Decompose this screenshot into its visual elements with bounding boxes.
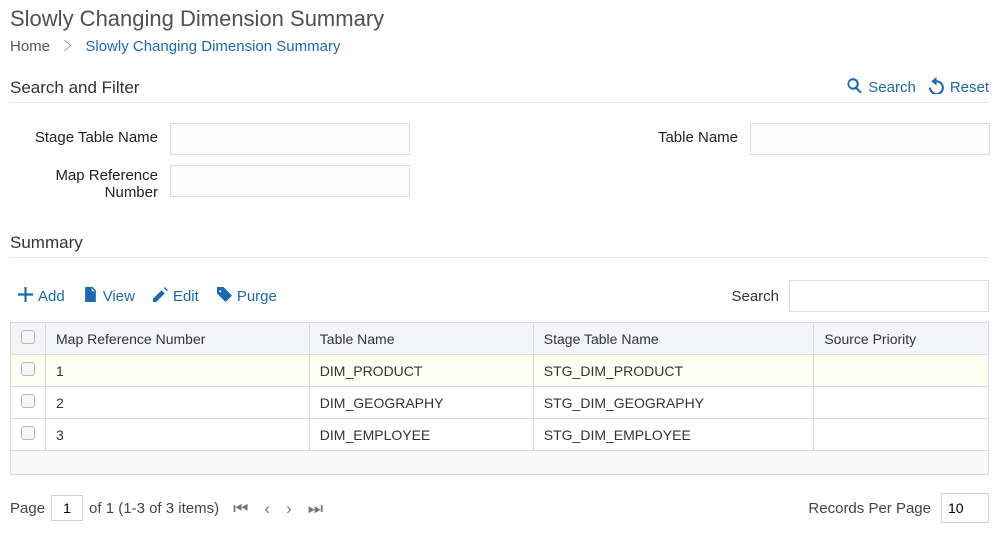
cell-stage-table: STG_DIM_EMPLOYEE (533, 419, 814, 451)
row-checkbox[interactable] (21, 362, 35, 376)
undo-icon (928, 77, 945, 98)
pager-next-icon[interactable]: › (286, 500, 292, 517)
stage-table-input[interactable] (170, 123, 410, 155)
table-row[interactable]: 1 DIM_PRODUCT STG_DIM_PRODUCT (11, 355, 989, 387)
records-per-page-input[interactable] (941, 493, 989, 523)
search-button[interactable]: Search (846, 77, 916, 98)
pager-first-icon[interactable]: ⏮ (233, 500, 248, 517)
pager-prev-icon[interactable]: ‹ (264, 500, 270, 517)
page-number-input[interactable] (51, 495, 83, 521)
plus-icon (18, 287, 33, 306)
stage-table-label: Stage Table Name (10, 123, 170, 146)
search-button-label: Search (868, 79, 916, 96)
table-row-empty (11, 451, 989, 475)
row-checkbox[interactable] (21, 394, 35, 408)
table-name-input[interactable] (750, 123, 990, 155)
col-table-name[interactable]: Table Name (309, 323, 533, 355)
add-button-label: Add (38, 288, 65, 305)
grid-search-input[interactable] (789, 280, 989, 312)
breadcrumb-home[interactable]: Home (10, 38, 50, 55)
grid-search-label: Search (731, 288, 779, 305)
view-button-label: View (103, 288, 135, 305)
add-button[interactable]: Add (18, 287, 65, 306)
col-stage-table[interactable]: Stage Table Name (533, 323, 814, 355)
cell-map-ref: 2 (46, 387, 310, 419)
map-ref-label: Map Reference Number (10, 165, 170, 201)
file-icon (83, 287, 98, 306)
summary-heading: Summary (10, 233, 989, 258)
table-name-label: Table Name (630, 123, 750, 146)
table-row[interactable]: 2 DIM_GEOGRAPHY STG_DIM_GEOGRAPHY (11, 387, 989, 419)
cell-stage-table: STG_DIM_PRODUCT (533, 355, 814, 387)
summary-table: Map Reference Number Table Name Stage Ta… (10, 322, 989, 475)
cell-table-name: DIM_GEOGRAPHY (309, 387, 533, 419)
page-label: Page (10, 500, 45, 517)
search-filter-heading: Search and Filter (10, 78, 139, 98)
edit-button[interactable]: Edit (153, 287, 199, 306)
chevron-right-icon (64, 38, 71, 55)
select-all-checkbox[interactable] (21, 330, 35, 344)
cell-source-priority (814, 355, 989, 387)
view-button[interactable]: View (83, 287, 135, 306)
page-title: Slowly Changing Dimension Summary (10, 6, 989, 32)
cell-source-priority (814, 387, 989, 419)
cell-source-priority (814, 419, 989, 451)
pager-last-icon[interactable]: ⏭ (308, 500, 323, 517)
cell-table-name: DIM_EMPLOYEE (309, 419, 533, 451)
purge-button[interactable]: Purge (217, 287, 277, 306)
cell-map-ref: 1 (46, 355, 310, 387)
edit-button-label: Edit (173, 288, 199, 305)
col-map-ref[interactable]: Map Reference Number (46, 323, 310, 355)
records-per-page-label: Records Per Page (808, 500, 931, 517)
tag-icon (217, 287, 232, 306)
map-ref-input[interactable] (170, 165, 410, 197)
table-row[interactable]: 3 DIM_EMPLOYEE STG_DIM_EMPLOYEE (11, 419, 989, 451)
pencil-icon (153, 287, 168, 306)
page-of-text: of 1 (1-3 of 3 items) (89, 500, 219, 517)
row-checkbox[interactable] (21, 426, 35, 440)
col-source-priority[interactable]: Source Priority (814, 323, 989, 355)
reset-button-label: Reset (950, 79, 989, 96)
purge-button-label: Purge (237, 288, 277, 305)
breadcrumb-current[interactable]: Slowly Changing Dimension Summary (85, 38, 340, 55)
reset-button[interactable]: Reset (928, 77, 989, 98)
search-icon (846, 77, 863, 98)
cell-table-name: DIM_PRODUCT (309, 355, 533, 387)
cell-map-ref: 3 (46, 419, 310, 451)
cell-stage-table: STG_DIM_GEOGRAPHY (533, 387, 814, 419)
breadcrumb: Home Slowly Changing Dimension Summary (10, 38, 989, 55)
